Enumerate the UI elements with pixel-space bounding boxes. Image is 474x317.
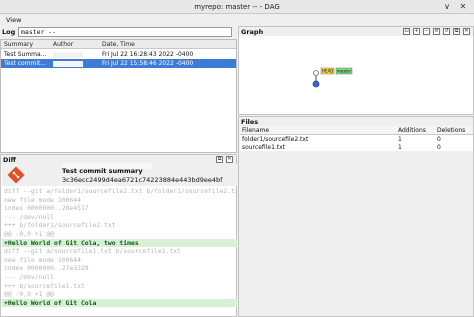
window-title: myrepo: master -- - DAG <box>194 3 280 11</box>
column-summary[interactable]: Summary <box>4 41 33 48</box>
log-filter-input[interactable]: master -- <box>18 27 232 37</box>
commit-graph[interactable]: HEAD master <box>239 37 473 115</box>
commit-info: Test commit summary 3c36ecc2499d4ea6721c… <box>2 163 237 186</box>
commit-author <box>53 51 83 58</box>
commit-author <box>53 60 83 67</box>
commit-list: Summary Author Date, Time Test Summa... … <box>0 39 237 153</box>
commit-summary: Test commit... <box>4 60 47 67</box>
file-name: folder1/sourcefile2.txt <box>242 136 309 143</box>
branch-label: master <box>337 69 351 74</box>
file-additions: 1 <box>398 136 402 143</box>
column-author[interactable]: Author <box>53 41 73 48</box>
close-icon[interactable]: ✕ <box>463 28 470 35</box>
log-label: Log <box>2 28 16 36</box>
diff-meta-line: index 0000000..28e4517 <box>4 204 89 213</box>
head-label: HEAD <box>322 69 333 74</box>
zoom-in-icon[interactable]: + <box>413 28 420 35</box>
commit-date: Fri Jul 22 16:28:43 2022 -0400 <box>102 51 194 58</box>
file-row[interactable]: sourcefile1.txt 1 0 <box>240 143 473 151</box>
commit-date: Fri Jul 22 15:58:46 2022 -0400 <box>102 60 194 67</box>
diff-meta-line: +++ b/folder1/sourcefile2.txt <box>4 221 116 230</box>
diff-meta-line: @@ -0,0 +1 @@ <box>4 290 55 299</box>
diff-panel-controls: ⧉ ✕ <box>216 156 233 163</box>
minimize-icon[interactable]: ∨ <box>442 2 452 12</box>
reset-icon[interactable]: ↺ <box>443 28 450 35</box>
undock-icon[interactable]: ⧉ <box>216 156 223 163</box>
undock-icon[interactable]: ⧉ <box>453 28 460 35</box>
diff-meta-line: +++ b/sourcefile1.txt <box>4 281 85 290</box>
files-title: Files <box>241 118 259 126</box>
diff-added-line: +Hello World of Git Cola, two times <box>2 238 237 248</box>
commit-list-header: Summary Author Date, Time <box>1 40 236 49</box>
diff-meta-line: diff --git a/sourcefile1.txt b/sourcefil… <box>4 247 181 256</box>
commit-summary: Test Summa... <box>4 51 47 58</box>
graph-toolbar: ⊡ + − ≡ ↺ ⧉ ✕ <box>403 28 470 35</box>
commit-node-head <box>312 80 320 88</box>
file-deletions: 0 <box>437 144 441 151</box>
file-row[interactable]: folder1/sourcefile2.txt 1 0 <box>240 135 473 143</box>
file-name: sourcefile1.txt <box>242 144 286 151</box>
graph-panel: Graph ⊡ + − ≡ ↺ ⧉ ✕ HEAD master <box>238 26 474 115</box>
diff-meta-line: --- /dev/null <box>4 272 55 281</box>
diff-meta-line: new file mode 100644 <box>4 255 81 264</box>
file-additions: 1 <box>398 144 402 151</box>
column-deletions[interactable]: Deletions <box>437 127 465 134</box>
zoom-out-icon[interactable]: − <box>423 28 430 35</box>
close-window-icon[interactable]: ✕ <box>458 2 468 12</box>
tree-icon[interactable]: ≡ <box>433 28 440 35</box>
column-filename[interactable]: Filename <box>242 127 269 134</box>
menubar: View <box>0 14 474 25</box>
commit-row-selected[interactable]: Test commit... Fri Jul 22 15:58:46 2022 … <box>1 59 236 68</box>
log-bar: Log master -- <box>0 26 237 38</box>
graph-title: Graph <box>241 28 264 36</box>
commit-node-top <box>313 70 319 76</box>
file-deletions: 0 <box>437 136 441 143</box>
files-panel: Files Filename Additions Deletions folde… <box>238 116 474 317</box>
diff-title: Diff <box>3 156 16 164</box>
commit-summary-text: Test commit summary <box>62 167 143 175</box>
files-header: Filename Additions Deletions <box>240 126 473 135</box>
diff-panel: Diff ⧉ ✕ Test commit summary 3c36ecc2499… <box>0 154 237 317</box>
commit-sha: 3c36ecc2499d4ea6721c74223884e443bd9ee4bf <box>62 176 223 184</box>
column-date[interactable]: Date, Time <box>102 41 135 48</box>
close-icon[interactable]: ✕ <box>226 156 233 163</box>
diff-meta-line: diff --git a/folder1/sourcefile2.txt b/f… <box>4 187 237 195</box>
window-titlebar: myrepo: master -- - DAG ∨ ✕ <box>0 0 474 14</box>
diff-text[interactable]: diff --git a/folder1/sourcefile2.txt b/f… <box>2 187 237 308</box>
graph-header: Graph ⊡ + − ≡ ↺ ⧉ ✕ <box>239 27 473 36</box>
git-logo-icon <box>7 166 25 184</box>
commit-row[interactable]: Test Summa... Fri Jul 22 16:28:43 2022 -… <box>1 50 236 59</box>
files-table: Filename Additions Deletions folder1/sou… <box>240 126 473 151</box>
column-additions[interactable]: Additions <box>398 127 426 134</box>
diff-meta-line: @@ -0,0 +1 @@ <box>4 229 55 238</box>
diff-meta-line: index 0000000..27e3329 <box>4 264 89 273</box>
diff-meta-line: --- /dev/null <box>4 212 55 221</box>
diff-meta-line: new file mode 100644 <box>4 195 81 204</box>
diff-added-line: +Hello World of Git Cola <box>2 298 237 308</box>
menu-view[interactable]: View <box>6 16 21 24</box>
zoom-fit-icon[interactable]: ⊡ <box>403 28 410 35</box>
